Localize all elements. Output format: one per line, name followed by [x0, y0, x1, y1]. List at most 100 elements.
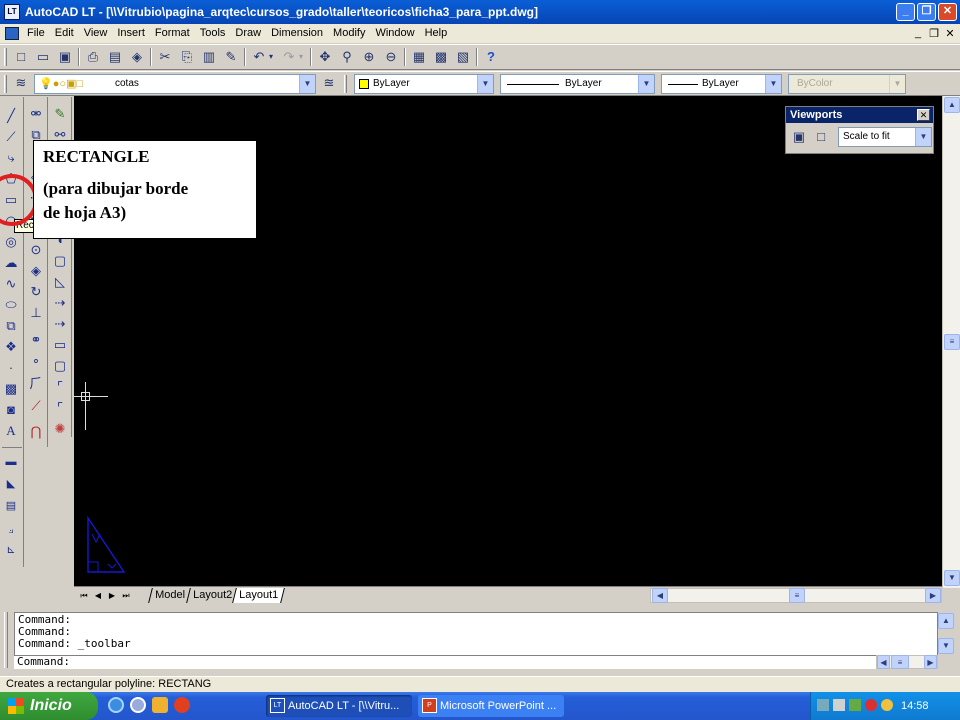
point-icon[interactable]: · [2, 359, 20, 377]
quick-launch-icon[interactable] [174, 697, 190, 713]
explode-star-icon[interactable]: ✺ [51, 420, 69, 438]
tab-model[interactable]: Model [148, 588, 192, 603]
chevron-down-icon[interactable]: ▼ [915, 128, 931, 146]
cmd-hscroll[interactable]: ◀ ≡ ▶ [876, 655, 938, 669]
vertical-scrollbar[interactable]: ▲ ≡ ▼ [942, 96, 960, 588]
linetype-select[interactable]: ByLayer ▼ [500, 74, 655, 94]
insert-block-icon[interactable]: ⧉ [2, 317, 20, 335]
tab-layout2[interactable]: Layout2 [186, 588, 240, 603]
paste-icon[interactable]: ▥ [200, 48, 218, 66]
save-icon[interactable]: ▣ [56, 48, 74, 66]
scroll-down-icon[interactable]: ▼ [944, 570, 960, 586]
pan-icon[interactable]: ✥ [316, 48, 334, 66]
cmd-scroll-down-icon[interactable]: ▼ [938, 638, 954, 654]
open-icon[interactable]: ▭ [34, 48, 52, 66]
close-button[interactable]: ✕ [938, 3, 957, 21]
join-icon[interactable]: ⺁ [27, 375, 45, 393]
chevron-down-icon[interactable]: ▼ [477, 75, 493, 93]
hscroll-thumb[interactable]: ≡ [789, 588, 805, 603]
autocad-app-icon[interactable]: LT [4, 4, 20, 20]
break-icon[interactable]: ∘ [27, 352, 45, 370]
match-properties-icon[interactable]: ✎ [222, 48, 240, 66]
fillet-icon[interactable]: ⌜ [51, 378, 69, 396]
frame-icon[interactable]: ▭ [51, 336, 69, 354]
menu-format[interactable]: Format [150, 25, 195, 42]
menu-window[interactable]: Window [370, 25, 419, 42]
redo-dropdown-icon[interactable]: ▾ [296, 48, 306, 66]
cut-icon[interactable]: ✂ [156, 48, 174, 66]
extend-icon[interactable]: ⚭ [27, 331, 45, 349]
rotate-icon[interactable]: ⊙ [27, 241, 45, 259]
network-icon[interactable] [817, 699, 829, 711]
minimize-button[interactable]: _ [896, 3, 915, 21]
menu-dimension[interactable]: Dimension [266, 25, 328, 42]
scroll-thumb[interactable]: ≡ [944, 334, 960, 350]
start-button[interactable]: Inicio [0, 692, 98, 720]
restore-button[interactable]: ❐ [917, 3, 936, 21]
design-center-icon[interactable]: ▩ [432, 48, 450, 66]
media-icon[interactable] [152, 697, 168, 713]
explode-icon[interactable]: ⋂ [27, 423, 45, 441]
tool-palettes-icon[interactable]: ▧ [454, 48, 472, 66]
print-icon[interactable]: ⎙ [84, 48, 102, 66]
ordinate-dimension-icon[interactable]: ⊾ [2, 541, 20, 559]
prev-tab-icon[interactable]: ◀ [92, 589, 104, 602]
tab-layout1[interactable]: Layout1 [232, 588, 286, 603]
menu-view[interactable]: View [79, 25, 113, 42]
color-select[interactable]: ByLayer ▼ [354, 74, 494, 94]
layer-select[interactable]: 💡●○▣□ cotas ▼ [34, 74, 316, 94]
leader-icon[interactable]: ⟓ [2, 521, 20, 539]
scale-icon[interactable]: ◈ [27, 262, 45, 280]
menu-tools[interactable]: Tools [195, 25, 231, 42]
menu-draw[interactable]: Draw [230, 25, 266, 42]
corner-icon[interactable]: ⌜ [51, 399, 69, 417]
chamfer-icon[interactable]: ⟋ [27, 397, 45, 415]
dimension-break-icon[interactable]: ⇢ [51, 315, 69, 333]
next-tab-icon[interactable]: ▶ [106, 589, 118, 602]
locate-point-icon[interactable]: ⇢ [51, 294, 69, 312]
command-input[interactable]: Command: [14, 655, 876, 669]
revision-cloud-icon[interactable]: ☁ [2, 254, 20, 272]
zoom-window-icon[interactable]: ⊕ [360, 48, 378, 66]
menu-help[interactable]: Help [420, 25, 453, 42]
menu-insert[interactable]: Insert [112, 25, 150, 42]
chevron-down-icon[interactable]: ▼ [299, 75, 315, 93]
viewport-scale-select[interactable]: Scale to fit ▼ [838, 127, 932, 147]
linear-dimension-icon[interactable]: ▬ [2, 453, 20, 471]
scroll-right-icon[interactable]: ▶ [924, 655, 937, 669]
list-icon[interactable]: ◺ [51, 273, 69, 291]
document-icon[interactable] [5, 27, 19, 40]
horizontal-scrollbar[interactable]: ◀ ≡ ▶ [650, 588, 942, 603]
zoom-previous-icon[interactable]: ⊖ [382, 48, 400, 66]
spline-icon[interactable]: ∿ [2, 275, 20, 293]
region-icon[interactable]: ◙ [2, 401, 20, 419]
chevron-down-icon[interactable]: ▼ [638, 75, 654, 93]
viewport-dialog-icon[interactable]: ▣ [790, 128, 808, 146]
publish-icon[interactable]: ◈ [128, 48, 146, 66]
copy-icon[interactable]: ⎘ [178, 48, 196, 66]
undo-dropdown-icon[interactable]: ▾ [266, 48, 276, 66]
scroll-left-icon[interactable]: ◀ [877, 655, 890, 669]
ellipse-icon[interactable]: ⬭ [2, 296, 20, 314]
table-icon[interactable]: ▢ [51, 357, 69, 375]
cmd-scroll-up-icon[interactable]: ▲ [938, 613, 954, 629]
help-icon[interactable]: ? [482, 48, 500, 66]
scroll-up-icon[interactable]: ▲ [944, 97, 960, 113]
print-preview-icon[interactable]: ▤ [106, 48, 124, 66]
taskbar-autocad-button[interactable]: LT AutoCAD LT - [\\Vitru... [266, 695, 412, 717]
new-icon[interactable]: □ [12, 48, 30, 66]
aligned-dimension-icon[interactable]: ◣ [2, 475, 20, 493]
security-icon[interactable] [865, 699, 877, 711]
polyline-icon[interactable]: ⤷ [2, 149, 20, 167]
lineweight-select[interactable]: ByLayer ▼ [661, 74, 782, 94]
erase-icon[interactable]: ⚮ [27, 105, 45, 123]
stretch-icon[interactable]: ↻ [27, 283, 45, 301]
line-icon[interactable]: ╱ [2, 107, 20, 125]
circle-icon[interactable]: ◎ [2, 233, 20, 251]
hatch-icon[interactable]: ▩ [2, 380, 20, 398]
tray-app-icon[interactable] [849, 699, 861, 711]
menu-edit[interactable]: Edit [50, 25, 79, 42]
doc-restore-button[interactable]: ❐ [926, 27, 942, 40]
toolbar-grip[interactable] [4, 48, 7, 66]
trim-icon[interactable]: ⊥ [27, 304, 45, 322]
